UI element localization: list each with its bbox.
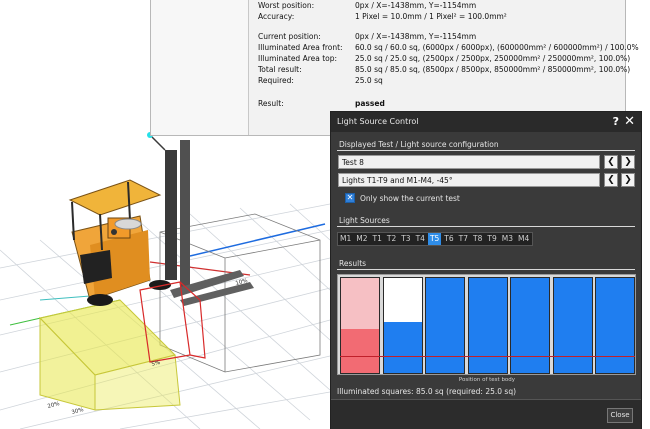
config-prev-button[interactable]: ❮ <box>604 173 618 187</box>
info-value: 25.0 sq <box>355 76 383 85</box>
light-source-tab-t1[interactable]: T1 <box>371 233 384 245</box>
divider <box>337 226 635 227</box>
info-sidebar <box>151 0 249 135</box>
info-value: 60.0 sq / 60.0 sq, (6000px / 6000px), (6… <box>355 43 639 52</box>
result-column <box>552 277 593 374</box>
divider <box>337 150 635 151</box>
result-column <box>510 277 550 374</box>
axis-cyan <box>39 295 91 301</box>
light-source-tab-m1[interactable]: M1 <box>338 233 353 245</box>
section-label-results: Results <box>339 259 367 268</box>
info-value: 0px / X=-1438mm, Y=-1154mm <box>355 32 477 41</box>
help-button[interactable]: ? <box>613 115 619 128</box>
result-column-fill <box>383 321 422 373</box>
current-test-checkbox[interactable]: ✕ <box>345 193 355 203</box>
floor-label: 20% <box>47 401 60 410</box>
light-source-tab-t3[interactable]: T3 <box>399 233 412 245</box>
result-column <box>382 277 423 374</box>
config-select[interactable]: Lights T1-T9 and M1-M4, -45° <box>338 173 600 187</box>
required-level-line <box>340 355 635 357</box>
light-source-tab-t4[interactable]: T4 <box>414 233 427 245</box>
close-button[interactable]: Close <box>607 408 633 423</box>
light-source-tab-t5[interactable]: T5 <box>427 233 442 245</box>
result-column-fill <box>596 278 634 373</box>
checkbox-label[interactable]: Only show the current test <box>360 194 460 203</box>
forklift <box>68 132 254 306</box>
test-select[interactable]: Test 8 <box>338 155 600 169</box>
info-label: Illuminated Area top: <box>258 54 338 63</box>
close-icon[interactable]: ✕ <box>624 114 635 129</box>
info-value: 25.0 sq / 25.0 sq, (2500px / 2500px, 250… <box>355 54 631 63</box>
info-label: Accuracy: <box>258 12 295 21</box>
info-value: 0px / X=-1438mm, Y=-1154mm <box>355 1 477 10</box>
dialog-title: Light Source Control <box>337 117 419 126</box>
result-column-fill <box>511 278 549 373</box>
light-source-tabs: M1 M2 T1 T2 T3 T4 T5 T6 T7 T8 T9 M3 M4 <box>337 232 534 246</box>
info-label: Current position: <box>258 32 321 41</box>
yellow-light-volume <box>39 299 181 411</box>
info-label: Total result: <box>258 65 302 74</box>
section-label-displayed: Displayed Test / Light source configurat… <box>339 140 499 149</box>
result-column <box>425 277 465 374</box>
illuminated-squares-summary: Illuminated squares: 85.0 sq (required: … <box>337 387 517 396</box>
light-source-tab-t6[interactable]: T6 <box>442 233 455 245</box>
light-source-tab-m3[interactable]: M3 <box>500 233 515 245</box>
divider <box>337 269 635 270</box>
result-column <box>595 277 635 374</box>
results-grid <box>337 274 636 375</box>
dialog-titlebar[interactable]: Light Source Control ? ✕ <box>331 112 641 132</box>
info-value: 85.0 sq / 85.0 sq, (8500px / 8500px, 850… <box>355 65 631 74</box>
result-value: passed <box>355 99 385 108</box>
position-of-test-body-label: Position of test body <box>458 377 516 383</box>
info-label: Required: <box>258 76 294 85</box>
light-source-tab-m2[interactable]: M2 <box>354 233 369 245</box>
light-source-tab-t2[interactable]: T2 <box>385 233 398 245</box>
info-label: Result: <box>258 99 284 108</box>
info-label: Worst position: <box>258 1 315 10</box>
light-source-tab-t9[interactable]: T9 <box>485 233 498 245</box>
light-source-control-dialog: Light Source Control ? ✕ Displayed Test … <box>330 111 642 429</box>
light-source-tab-m4[interactable]: M4 <box>516 233 531 245</box>
result-column <box>340 277 380 374</box>
dialog-footer: Close <box>331 399 641 429</box>
info-value: 1 Pixel = 10.0mm / 1 Pixel² = 100.0mm² <box>355 12 507 21</box>
section-label-light-sources: Light Sources <box>339 216 390 225</box>
config-next-button[interactable]: ❯ <box>621 173 635 187</box>
test-next-button[interactable]: ❯ <box>621 155 635 169</box>
result-column-fill <box>426 278 464 373</box>
light-source-tab-t7[interactable]: T7 <box>457 233 470 245</box>
result-column-fill <box>553 278 592 373</box>
result-column-fill <box>468 278 507 373</box>
light-source-tab-t8[interactable]: T8 <box>471 233 484 245</box>
result-column-fill <box>341 329 379 373</box>
axis-blue <box>189 223 326 257</box>
info-label: Illuminated Area front: <box>258 43 343 52</box>
test-prev-button[interactable]: ❮ <box>604 155 618 169</box>
result-column <box>467 277 508 374</box>
